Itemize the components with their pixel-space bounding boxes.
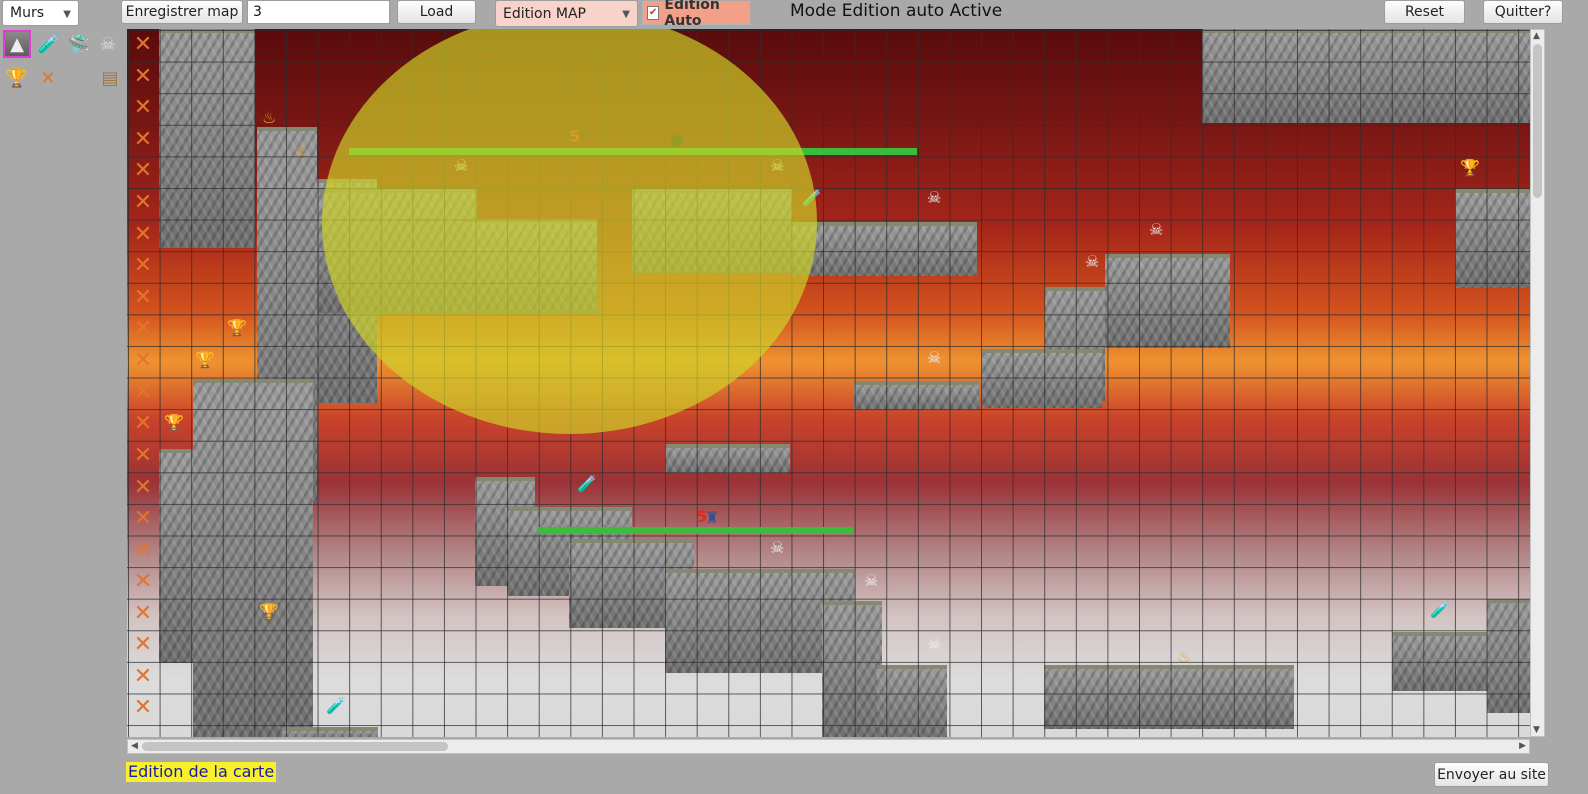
enemy-path-bar <box>538 527 853 534</box>
mode-select-value: Edition MAP <box>503 5 586 22</box>
horizontal-scrollbar[interactable]: ◀ ▶ <box>127 739 1530 754</box>
ghost-enemy-icon[interactable]: ☠ <box>94 30 122 58</box>
map-number-input[interactable]: 3 <box>247 0 390 24</box>
gold-chalice-icon[interactable]: 🏆 <box>1460 159 1480 177</box>
blocked-x-icon[interactable]: ✕ <box>131 602 155 626</box>
robot-enemy-icon[interactable]: ♜ <box>705 509 719 527</box>
gold-chalice-icon[interactable]: 🏆 <box>259 603 279 621</box>
blocked-x-icon[interactable]: ✕ <box>131 539 155 563</box>
flame-icon[interactable]: ♨ <box>294 141 308 159</box>
erase-x-icon[interactable]: ✕ <box>34 64 62 92</box>
blocked-x-icon[interactable]: ✕ <box>131 33 155 57</box>
blocked-x-icon[interactable]: ✕ <box>131 223 155 247</box>
load-button[interactable]: Load <box>397 0 476 24</box>
chevron-down-icon: ▼ <box>622 9 630 20</box>
map-canvas[interactable]: ✕ ✕ ✕ ✕ ✕ ✕ ✕ ✕ ✕ ✕ ✕ ✕ ✕ ✕ ✕ ✕ ✕ ✕ ✕ ✕ … <box>127 29 1530 737</box>
ghost-enemy-icon[interactable]: ☠ <box>927 189 941 207</box>
blocked-x-icon[interactable]: ✕ <box>131 665 155 689</box>
reset-button[interactable]: Reset <box>1384 0 1465 24</box>
mode-select[interactable]: Edition MAP ▼ <box>495 0 638 27</box>
ghost-enemy-icon[interactable]: ☠ <box>770 539 784 557</box>
blocked-x-icon[interactable]: ✕ <box>131 254 155 278</box>
layer-select-value: Murs <box>10 5 45 21</box>
blocked-x-icon[interactable]: ✕ <box>131 696 155 720</box>
ladder-icon[interactable]: ▤ <box>96 64 124 92</box>
blocked-x-icon[interactable]: ✕ <box>131 476 155 500</box>
gold-chalice-icon[interactable]: 🏆 <box>227 319 247 337</box>
tile-palette: ▲ 🧪 🛸 ☠ 🏆 ✕ ▤ <box>0 28 126 126</box>
potion-icon[interactable]: 🧪 <box>1430 601 1450 619</box>
quit-button[interactable]: Quitter? <box>1483 0 1563 24</box>
gold-chalice-icon[interactable]: 🏆 <box>195 351 215 369</box>
potion-icon[interactable]: 🧪 <box>577 475 597 493</box>
save-map-button[interactable]: Enregistrer map <box>121 0 243 24</box>
saucer-icon[interactable]: 🛸 <box>65 30 93 58</box>
ghost-enemy-icon[interactable]: ☠ <box>1149 221 1163 239</box>
flame-icon[interactable]: ♨ <box>1177 648 1191 666</box>
checkbox-checked-icon[interactable]: ✔ <box>647 6 660 20</box>
send-to-site-button[interactable]: Envoyer au site <box>1434 762 1549 787</box>
edit-mode-label: Edition de la carte <box>126 762 277 782</box>
blocked-x-icon[interactable]: ✕ <box>131 507 155 531</box>
ghost-enemy-icon[interactable]: ☠ <box>1085 253 1099 271</box>
status-text: Mode Edition auto Active <box>790 1 1003 21</box>
ghost-enemy-icon[interactable]: ☠ <box>927 635 941 653</box>
blocked-x-icon[interactable]: ✕ <box>131 159 155 183</box>
blocked-x-icon[interactable]: ✕ <box>131 286 155 310</box>
blocked-x-icon[interactable]: ✕ <box>131 633 155 657</box>
ghost-enemy-icon[interactable]: ☠ <box>927 349 941 367</box>
palette-wall-tile-selected[interactable]: ▲ <box>3 30 31 58</box>
flame-icon[interactable]: ♨ <box>262 109 276 127</box>
scroll-up-icon[interactable]: ▲ <box>1533 31 1540 41</box>
blocked-x-icon[interactable]: ✕ <box>131 444 155 468</box>
ghost-enemy-icon[interactable]: ☠ <box>864 572 878 590</box>
map-grid <box>127 29 1530 737</box>
blocked-x-icon[interactable]: ✕ <box>131 128 155 152</box>
blocked-x-icon[interactable]: ✕ <box>131 96 155 120</box>
blocked-x-icon[interactable]: ✕ <box>131 349 155 373</box>
potion-icon[interactable]: 🧪 <box>326 697 346 715</box>
auto-edit-label: Edition Auto <box>664 0 720 29</box>
blocked-x-icon[interactable]: ✕ <box>131 570 155 594</box>
gold-chalice-icon[interactable]: 🏆 <box>164 414 184 432</box>
scroll-left-icon[interactable]: ◀ <box>131 741 138 751</box>
vertical-scroll-thumb[interactable] <box>1533 44 1542 198</box>
vertical-scrollbar[interactable]: ▲ ▼ <box>1530 29 1545 737</box>
edit-radius-overlay <box>322 29 817 434</box>
blocked-x-icon[interactable]: ✕ <box>131 317 155 341</box>
gold-chalice-icon[interactable]: 🏆 <box>3 64 31 92</box>
blocked-x-icon[interactable]: ✕ <box>131 65 155 89</box>
layer-select[interactable]: Murs ▼ <box>2 0 79 26</box>
horizontal-scroll-thumb[interactable] <box>142 742 448 751</box>
scroll-right-icon[interactable]: ▶ <box>1519 741 1526 751</box>
chevron-down-icon: ▼ <box>63 9 71 20</box>
blocked-x-icon[interactable]: ✕ <box>131 412 155 436</box>
blocked-x-icon[interactable]: ✕ <box>131 381 155 405</box>
scroll-down-icon[interactable]: ▼ <box>1533 725 1540 735</box>
blocked-x-icon[interactable]: ✕ <box>131 191 155 215</box>
potion-icon[interactable]: 🧪 <box>35 30 63 58</box>
auto-edit-toggle[interactable]: ✔ Edition Auto <box>642 0 750 29</box>
